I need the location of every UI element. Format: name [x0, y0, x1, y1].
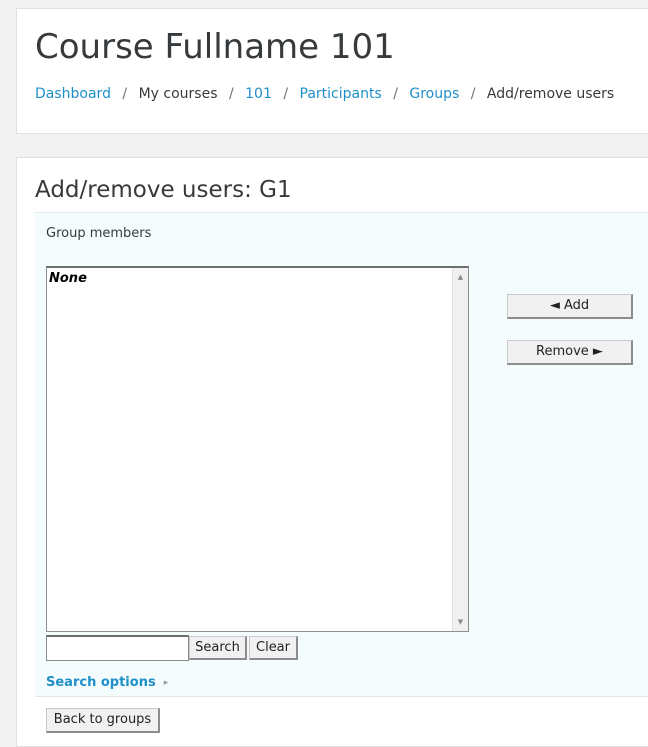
main-content: Add/remove users: G1 Group members None …	[16, 157, 648, 747]
course-title: Course Fullname 101	[35, 27, 395, 67]
group-members-label: Group members	[46, 226, 152, 241]
breadcrumb-separator: /	[393, 86, 398, 102]
back-to-groups-button[interactable]: Back to groups	[46, 708, 160, 733]
expand-arrow-icon: ▸	[163, 678, 169, 688]
breadcrumb-course[interactable]: 101	[245, 86, 272, 102]
breadcrumb-current-page: Add/remove users	[486, 86, 615, 102]
breadcrumb-participants[interactable]: Participants	[300, 86, 382, 102]
scroll-up-icon[interactable]: ▲	[453, 270, 468, 284]
breadcrumb-my-courses: My courses	[138, 86, 218, 102]
clear-button[interactable]: Clear	[249, 636, 298, 660]
breadcrumb-groups[interactable]: Groups	[409, 86, 459, 102]
breadcrumb-separator: /	[228, 86, 234, 102]
breadcrumb-separator: /	[470, 86, 476, 102]
search-button[interactable]: Search	[189, 636, 247, 660]
search-options-label: Search options	[46, 675, 156, 690]
divider	[35, 696, 648, 697]
search-input[interactable]	[46, 635, 189, 661]
breadcrumb-separator: /	[283, 86, 289, 102]
add-button[interactable]: ◄ Add	[507, 294, 633, 319]
search-options-toggle[interactable]: Search options ▸	[46, 675, 168, 690]
page-heading: Add/remove users: G1	[35, 177, 292, 203]
scroll-down-icon[interactable]: ▼	[453, 615, 468, 629]
page-header: Course Fullname 101 Dashboard / My cours…	[16, 8, 648, 134]
group-members-listbox[interactable]: None ▲ ▼	[46, 266, 469, 632]
breadcrumb: Dashboard / My courses / 101 / Participa…	[35, 86, 614, 102]
list-item[interactable]: None	[49, 271, 87, 286]
group-members-panel: Group members None ▲ ▼ ◄ Add Remove ► Se…	[35, 212, 648, 696]
breadcrumb-dashboard[interactable]: Dashboard	[35, 86, 111, 102]
breadcrumb-separator: /	[122, 86, 128, 102]
listbox-scrollbar[interactable]: ▲ ▼	[452, 268, 468, 631]
remove-button[interactable]: Remove ►	[507, 340, 633, 365]
